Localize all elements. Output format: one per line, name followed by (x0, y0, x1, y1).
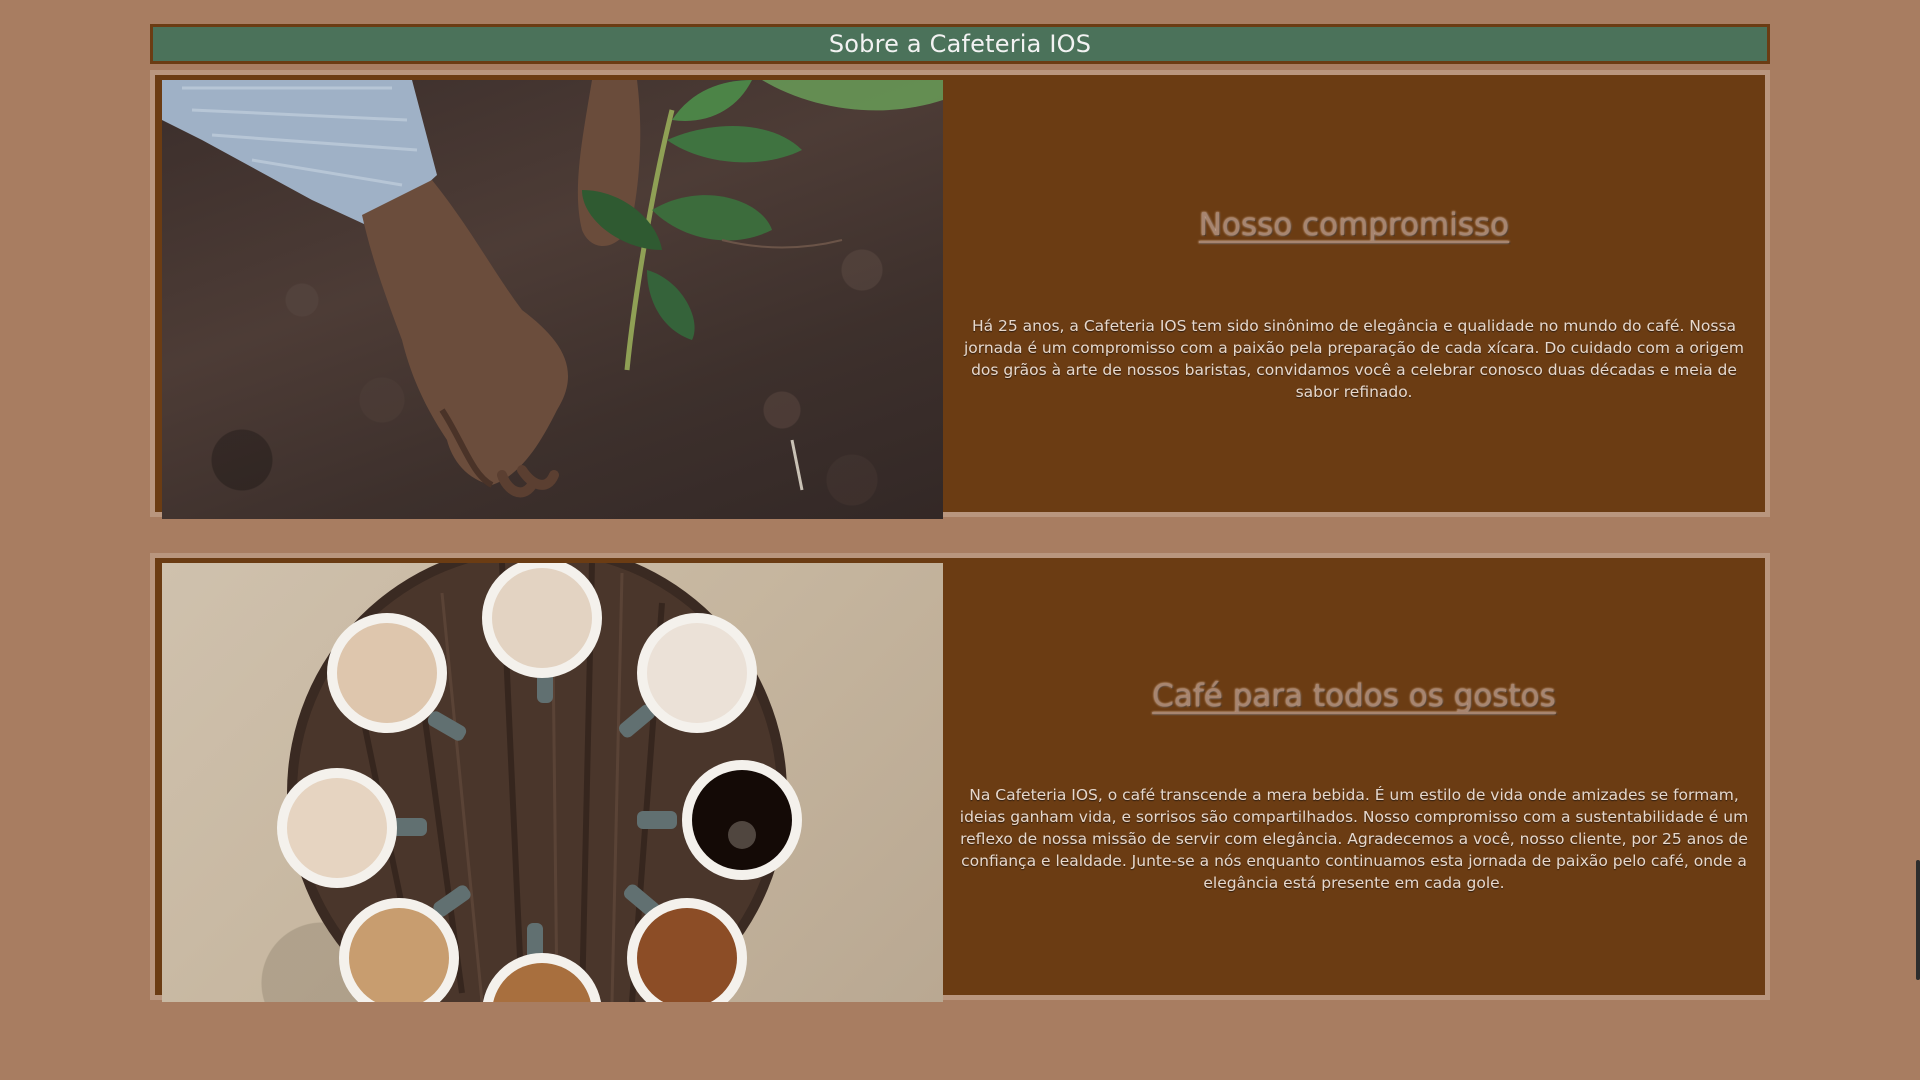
planting-photo (162, 80, 943, 519)
section-title: Café para todos os gostos (1152, 678, 1556, 714)
coffee-cups-illustration (277, 563, 802, 1002)
planting-illustration (162, 80, 943, 498)
section-body: Na Cafeteria IOS, o café transcende a me… (959, 786, 1749, 892)
section-title: Nosso compromisso (1198, 207, 1510, 243)
leaf (647, 270, 695, 340)
coffee-cups-photo (162, 563, 943, 1002)
leaf (652, 195, 772, 241)
section-flavors: Café para todos os gostos Na Cafeteria I… (150, 553, 1770, 1002)
arm (362, 180, 569, 485)
leaf (667, 126, 802, 163)
section-body: Há 25 anos, a Cafeteria IOS tem sido sin… (963, 317, 1745, 401)
about-page: Sobre a Cafeteria IOS Nosso compromisso … (150, 24, 1770, 1002)
page-scrollbar[interactable] (1916, 860, 1920, 980)
page-title-bar: Sobre a Cafeteria IOS (150, 24, 1770, 64)
leaf (672, 80, 752, 121)
section-commitment: Nosso compromisso Há 25 anos, a Cafeteri… (150, 70, 1770, 519)
commitment-text: Nosso compromisso Há 25 anos, a Cafeteri… (943, 75, 1765, 512)
flavors-text: Café para todos os gostos Na Cafeteria I… (943, 558, 1765, 995)
page-title: Sobre a Cafeteria IOS (828, 30, 1092, 58)
